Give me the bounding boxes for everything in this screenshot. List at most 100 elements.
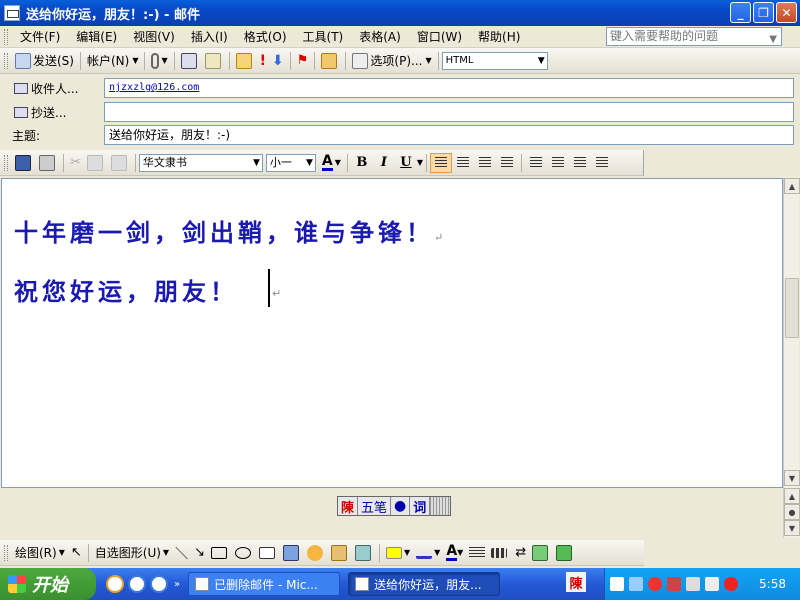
network-icon[interactable]: [629, 577, 643, 591]
bold-button[interactable]: B: [351, 153, 373, 173]
outlook-icon[interactable]: [150, 575, 168, 593]
subject-field[interactable]: 送给你好运，朋友！:-): [104, 125, 794, 145]
menu-tools[interactable]: 工具(T): [295, 28, 352, 45]
font-size-select[interactable]: 小一 ▼: [265, 153, 316, 172]
bullets-button[interactable]: [547, 153, 569, 173]
align-left-button[interactable]: [430, 152, 453, 173]
shield-icon[interactable]: [724, 577, 738, 591]
print-button[interactable]: [36, 153, 60, 173]
ime-ci-button[interactable]: 词: [410, 497, 431, 516]
shadow-button[interactable]: [529, 543, 553, 563]
draw-menu-button[interactable]: 绘图(R) ▼: [12, 543, 68, 563]
minimize-button[interactable]: _: [730, 2, 751, 23]
arrow-style-button[interactable]: ⇄: [512, 543, 529, 563]
ime-punctuation-button[interactable]: ●: [391, 497, 411, 515]
increase-indent-button[interactable]: [591, 153, 613, 173]
to-field[interactable]: njzxzlg@126.com: [104, 78, 794, 98]
message-format-select[interactable]: HTML ▼: [441, 51, 548, 70]
tray-ime-indicator[interactable]: 陳: [566, 572, 586, 592]
ime-chen-icon[interactable]: 陳: [338, 497, 359, 516]
insert-picture-button[interactable]: [352, 543, 376, 563]
font-select[interactable]: 华文隶书 ▼: [138, 153, 263, 172]
menu-edit[interactable]: 编辑(E): [68, 28, 125, 45]
cc-field[interactable]: [104, 102, 794, 122]
chevron-down-icon[interactable]: ▼: [769, 31, 777, 48]
send-button[interactable]: 发送(S): [12, 51, 77, 71]
vertical-scrollbar[interactable]: ▲ ▼ ▲ ● ▼: [783, 178, 800, 538]
help-search-input[interactable]: 键入需要帮助的问题 ▼: [606, 27, 782, 46]
oval-button[interactable]: [232, 543, 256, 563]
restore-button[interactable]: ❐: [753, 2, 774, 23]
diagram-button[interactable]: [304, 543, 328, 563]
close-button[interactable]: ✕: [776, 2, 797, 23]
address-book-button[interactable]: [178, 51, 202, 71]
permission-button[interactable]: [318, 51, 342, 71]
flag-button[interactable]: ⚑: [294, 51, 312, 71]
dash-style-button[interactable]: [488, 543, 512, 563]
text-box-button[interactable]: [256, 543, 280, 563]
draw-font-color-button[interactable]: A ▼: [443, 543, 466, 563]
check-names-button[interactable]: [202, 51, 226, 71]
to-button[interactable]: 收件人...: [14, 80, 78, 97]
line-button[interactable]: ＼: [172, 543, 191, 563]
menu-file[interactable]: 文件(F): [12, 28, 68, 45]
taskbar-item-deleted-mail[interactable]: 已删除邮件 - Mic...: [188, 572, 341, 596]
next-page-button[interactable]: ▼: [784, 520, 800, 536]
importance-high-button[interactable]: !: [257, 51, 269, 71]
align-center-button[interactable]: [452, 153, 474, 173]
menu-format[interactable]: 格式(O): [236, 28, 295, 45]
clip-art-button[interactable]: [328, 543, 352, 563]
previous-page-button[interactable]: ▲: [784, 488, 800, 504]
menu-view[interactable]: 视图(V): [125, 28, 183, 45]
justify-button[interactable]: [496, 153, 518, 173]
attach-button[interactable]: ▼: [148, 51, 170, 71]
menu-insert[interactable]: 插入(I): [183, 28, 236, 45]
copy-button[interactable]: [84, 153, 108, 173]
menu-table[interactable]: 表格(A): [351, 28, 409, 45]
toolbar-grip[interactable]: [4, 544, 8, 561]
ime-wubi-button[interactable]: 五笔: [358, 497, 392, 516]
importance-low-button[interactable]: ⬇: [269, 51, 287, 71]
internet-explorer-icon[interactable]: [128, 575, 146, 593]
arrow-button[interactable]: ↘: [191, 543, 208, 563]
italic-button[interactable]: I: [373, 153, 395, 173]
soft-keyboard-icon[interactable]: [430, 497, 451, 515]
scroll-down-button[interactable]: ▼: [784, 470, 800, 486]
scrollbar-thumb[interactable]: [785, 278, 799, 338]
font-color-button[interactable]: A ▼: [319, 153, 344, 173]
quick-launch-expand-icon[interactable]: »: [174, 579, 180, 590]
menu-window[interactable]: 窗口(W): [409, 28, 470, 45]
cut-button[interactable]: ✂: [67, 153, 84, 173]
security-icon[interactable]: [667, 577, 681, 591]
taskbar-item-message[interactable]: 送给你好运，朋友...: [348, 572, 501, 596]
decrease-indent-button[interactable]: [569, 153, 591, 173]
autoshapes-button[interactable]: 自选图形(U) ▼: [92, 543, 172, 563]
signature-button[interactable]: [233, 51, 257, 71]
options-button[interactable]: 选项(P)... ▼: [349, 51, 434, 71]
wordart-button[interactable]: [280, 543, 304, 563]
paste-button[interactable]: [108, 153, 132, 173]
volume-icon[interactable]: [705, 577, 719, 591]
save-button[interactable]: [12, 153, 36, 173]
toolbar-grip[interactable]: [4, 154, 8, 171]
line-color-button[interactable]: ▼: [413, 543, 443, 563]
tray-icon[interactable]: [610, 577, 624, 591]
fill-color-button[interactable]: ▼: [383, 543, 413, 563]
update-icon[interactable]: [686, 577, 700, 591]
select-objects-button[interactable]: ↖: [68, 543, 85, 563]
ime-status-bar[interactable]: 陳 五笔 ● 词: [337, 496, 452, 516]
toolbar-grip[interactable]: [4, 28, 8, 45]
message-body[interactable]: 十年磨一剑，剑出鞘，谁与争锋！↵ 祝您好运，朋友！ ↵: [1, 178, 783, 488]
rectangle-button[interactable]: [208, 543, 232, 563]
cc-button[interactable]: 抄送...: [14, 104, 66, 121]
menu-help[interactable]: 帮助(H): [470, 28, 528, 45]
line-style-button[interactable]: [466, 543, 488, 563]
media-player-icon[interactable]: [106, 575, 124, 593]
numbering-button[interactable]: [525, 153, 547, 173]
chevron-down-icon[interactable]: ▼: [417, 158, 423, 167]
align-right-button[interactable]: [474, 153, 496, 173]
antivirus-icon[interactable]: [648, 577, 662, 591]
account-button[interactable]: 帐户(N) ▼: [84, 51, 142, 71]
browse-object-button[interactable]: ●: [784, 504, 800, 520]
toolbar-grip[interactable]: [4, 52, 8, 69]
